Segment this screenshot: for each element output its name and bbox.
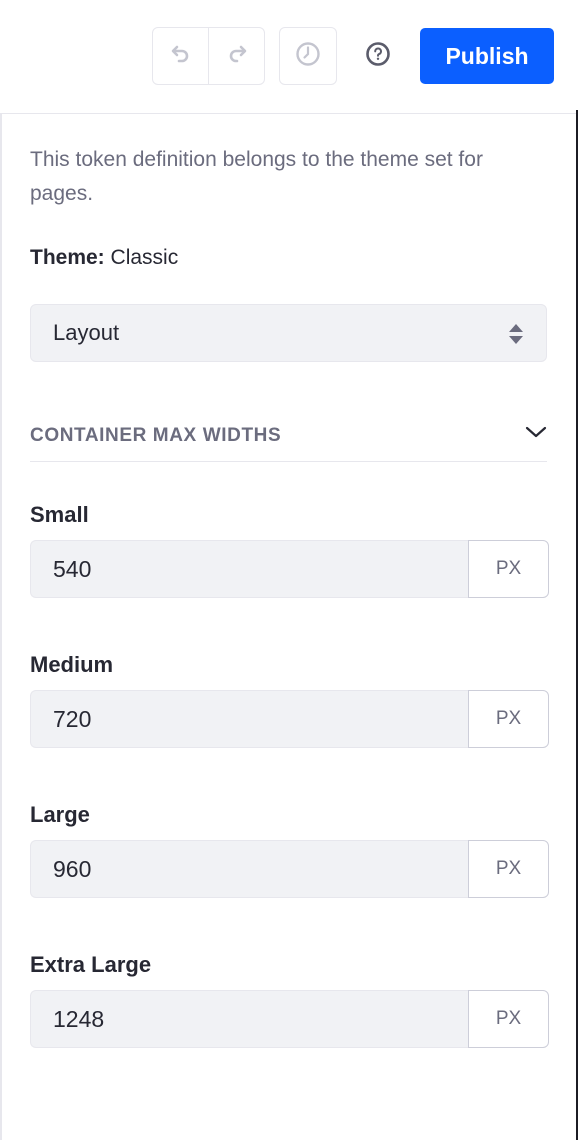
small-width-input[interactable] xyxy=(30,540,468,598)
field-label: Large xyxy=(30,802,90,827)
publish-button[interactable]: Publish xyxy=(420,28,554,84)
unit-selector[interactable]: PX xyxy=(468,690,549,748)
field-medium: Medium PX xyxy=(30,650,549,748)
question-circle-icon xyxy=(365,41,391,72)
input-group: PX xyxy=(30,990,549,1048)
redo-icon xyxy=(226,43,248,70)
large-width-input[interactable] xyxy=(30,840,468,898)
field-label: Extra Large xyxy=(30,952,152,977)
undo-icon xyxy=(170,43,192,70)
theme-value: Classic xyxy=(110,246,179,269)
field-extra-large: Extra Large PX xyxy=(30,950,549,1048)
unit-selector[interactable]: PX xyxy=(468,540,549,598)
unit-selector[interactable]: PX xyxy=(468,840,549,898)
medium-width-input[interactable] xyxy=(30,690,468,748)
help-button[interactable] xyxy=(360,38,396,74)
field-label: Small xyxy=(30,502,89,527)
theme-info: Theme: Classic xyxy=(30,243,178,273)
input-group: PX xyxy=(30,690,549,748)
field-small: Small PX xyxy=(30,500,549,598)
category-select[interactable]: Layout xyxy=(30,304,547,362)
undo-redo-group xyxy=(152,27,265,85)
toolbar: Publish xyxy=(0,0,578,114)
field-label: Medium xyxy=(30,652,114,677)
history-button[interactable] xyxy=(279,27,337,85)
clock-icon xyxy=(295,41,321,72)
panel-description: This token definition belongs to the the… xyxy=(30,148,483,205)
undo-button[interactable] xyxy=(153,28,208,84)
input-group: PX xyxy=(30,540,549,598)
select-caret-icon xyxy=(508,322,524,352)
unit-selector[interactable]: PX xyxy=(468,990,549,1048)
chevron-down-icon xyxy=(525,424,547,445)
extra-large-width-input[interactable] xyxy=(30,990,468,1048)
category-select-value: Layout xyxy=(53,320,120,345)
field-large: Large PX xyxy=(30,800,549,898)
section-toggle-container-max-widths[interactable]: CONTAINER MAX WIDTHS xyxy=(30,418,547,462)
redo-button[interactable] xyxy=(208,28,264,84)
theme-label: Theme: xyxy=(30,246,105,269)
input-group: PX xyxy=(30,840,549,898)
section-title: CONTAINER MAX WIDTHS xyxy=(30,425,282,446)
